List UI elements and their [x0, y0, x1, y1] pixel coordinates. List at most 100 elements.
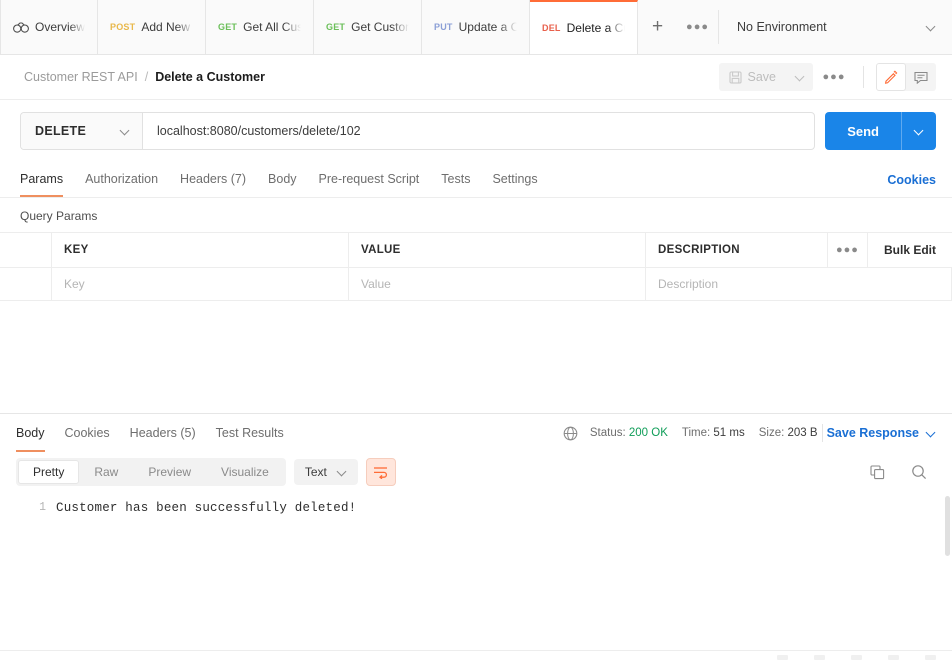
header-divider [863, 66, 864, 88]
tab-label: Add New C [141, 20, 193, 34]
http-method-selector[interactable]: DELETE [21, 113, 143, 149]
tab-method-badge: DEL [542, 23, 561, 33]
response-pane: Body Cookies Headers (5) Test Results St… [0, 413, 952, 650]
response-scrollbar[interactable] [945, 496, 950, 556]
tab-method-badge: PUT [434, 22, 453, 32]
save-dropdown-button[interactable] [787, 63, 813, 91]
status-bar-icon[interactable] [888, 655, 899, 660]
param-value-cell[interactable]: Value [349, 268, 646, 300]
tab-method-badge: POST [110, 22, 135, 32]
row-checkbox-cell[interactable] [0, 268, 52, 300]
new-tab-button[interactable]: + [638, 0, 678, 54]
comments-button[interactable] [906, 63, 936, 91]
breadcrumb-current-request[interactable]: Delete a Customer [155, 70, 265, 84]
request-url-bar: DELETE Send [0, 100, 952, 162]
save-button-group: Save [719, 63, 814, 91]
response-format-selector[interactable]: Text [294, 459, 358, 485]
response-tab-test-results[interactable]: Test Results [216, 414, 284, 452]
tab-update-a-customer[interactable]: PUT Update a Cu [422, 0, 530, 54]
query-params-table: KEY VALUE DESCRIPTION ●●● Bulk Edit Key … [0, 232, 952, 301]
plus-icon: + [652, 16, 663, 38]
tab-get-customer[interactable]: GET Get Custome [314, 0, 422, 54]
response-tab-headers[interactable]: Headers (5) [130, 414, 196, 452]
view-mode-pretty[interactable]: Pretty [18, 460, 79, 484]
status-bar-icon[interactable] [851, 655, 862, 660]
tab-add-new-customer[interactable]: POST Add New C [98, 0, 206, 54]
chevron-down-icon [120, 126, 130, 136]
send-button[interactable]: Send [825, 112, 902, 150]
search-response-button[interactable] [902, 458, 936, 486]
tab-label: Cookies [65, 426, 110, 440]
status-bar [0, 650, 952, 664]
select-all-checkbox-cell[interactable] [0, 233, 52, 267]
status-bar-icon[interactable] [777, 655, 788, 660]
save-button-label: Save [748, 70, 777, 84]
floppy-disk-icon [729, 71, 742, 84]
tab-label: Headers (5) [130, 426, 196, 440]
param-key-cell[interactable]: Key [52, 268, 349, 300]
request-tab-body[interactable]: Body [268, 162, 297, 197]
tab-bar-more-button[interactable]: ●●● [678, 0, 718, 54]
request-tab-pre-request-script[interactable]: Pre-request Script [319, 162, 420, 197]
response-body-toolbar: Pretty Raw Preview Visualize Text [0, 452, 952, 492]
bulk-edit-link[interactable]: Bulk Edit [868, 233, 952, 267]
request-tab-settings[interactable]: Settings [492, 162, 537, 197]
send-options-button[interactable] [902, 112, 936, 150]
request-tab-tests[interactable]: Tests [441, 162, 470, 197]
breadcrumb-collection[interactable]: Customer REST API [24, 70, 138, 84]
pencil-icon [884, 70, 898, 84]
save-response-button[interactable]: Save Response [827, 426, 936, 440]
copy-response-button[interactable] [860, 458, 894, 486]
request-tab-authorization[interactable]: Authorization [85, 162, 158, 197]
tab-strip: Overview POST Add New C GET Get All Cust… [0, 0, 718, 54]
edit-request-button[interactable] [876, 63, 906, 91]
column-header-key: KEY [52, 233, 349, 267]
ellipsis-icon: ●●● [823, 71, 846, 83]
tab-label: Delete a Cus [567, 21, 625, 35]
param-description-cell[interactable]: Description [646, 268, 952, 300]
cookies-link[interactable]: Cookies [887, 173, 936, 187]
view-mode-raw[interactable]: Raw [79, 460, 133, 484]
response-view-mode-group: Pretty Raw Preview Visualize [16, 458, 286, 486]
size-value: 203 B [788, 427, 818, 439]
postman-window: Overview POST Add New C GET Get All Cust… [0, 0, 952, 664]
word-wrap-button[interactable] [366, 458, 396, 486]
chevron-down-icon [795, 72, 805, 82]
line-number-gutter: 1 [0, 492, 56, 650]
ellipsis-icon: ●●● [686, 21, 709, 33]
response-meta-divider [822, 424, 823, 442]
table-row[interactable]: Key Value Description [0, 268, 952, 301]
response-body-viewer[interactable]: 1 Customer has been successfully deleted… [0, 492, 952, 650]
query-params-more-button[interactable]: ●●● [828, 233, 868, 267]
save-response-label: Save Response [827, 426, 919, 440]
view-mode-preview[interactable]: Preview [133, 460, 206, 484]
response-tab-cookies[interactable]: Cookies [65, 414, 110, 452]
tab-overview[interactable]: Overview [0, 0, 98, 54]
response-tab-body[interactable]: Body [16, 414, 45, 452]
column-header-value: VALUE [349, 233, 646, 267]
request-more-actions-button[interactable]: ●●● [817, 63, 851, 91]
url-input[interactable] [143, 113, 814, 149]
ellipsis-icon: ●●● [836, 244, 859, 256]
view-mode-visualize[interactable]: Visualize [206, 460, 284, 484]
status-bar-icon[interactable] [814, 655, 825, 660]
request-tab-bar: Overview POST Add New C GET Get All Cust… [0, 0, 952, 55]
chevron-down-icon [337, 467, 347, 477]
save-button[interactable]: Save [719, 63, 788, 91]
word-wrap-icon [373, 466, 388, 479]
status-meta: Status: 200 OK [590, 427, 668, 439]
tab-label: Body [16, 426, 45, 440]
status-bar-icon[interactable] [925, 655, 936, 660]
tab-label: Tests [441, 172, 470, 186]
time-value: 51 ms [713, 427, 744, 439]
request-tab-params[interactable]: Params [20, 162, 63, 197]
tab-get-all-customers[interactable]: GET Get All Cust [206, 0, 314, 54]
tab-delete-a-customer[interactable]: DEL Delete a Cus [530, 0, 638, 54]
size-meta: Size: 203 B [759, 427, 818, 439]
environment-selector[interactable]: No Environment [719, 0, 952, 54]
request-tab-headers[interactable]: Headers (7) [180, 162, 246, 197]
binoculars-icon [13, 22, 29, 33]
tab-label: Pre-request Script [319, 172, 420, 186]
header-icon-group [876, 63, 936, 91]
line-number: 1 [0, 501, 46, 514]
